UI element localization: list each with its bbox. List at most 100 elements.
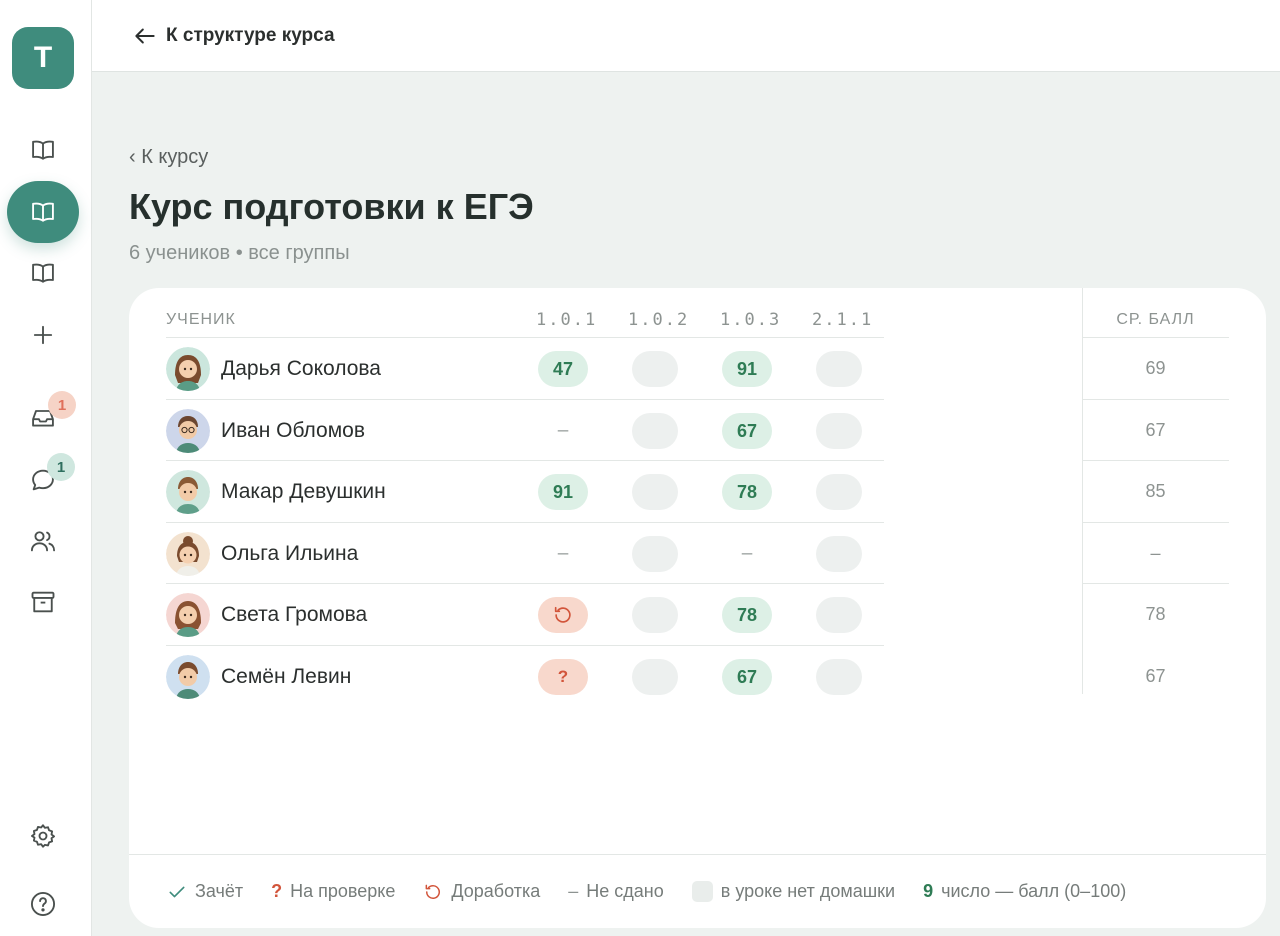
nav-courses-2[interactable] bbox=[7, 181, 79, 243]
average-score: – bbox=[1150, 543, 1161, 563]
table-row[interactable]: Дарья Соколова 47 91 bbox=[166, 337, 884, 399]
divider bbox=[1082, 583, 1229, 584]
app-logo[interactable]: T bbox=[12, 27, 74, 89]
divider bbox=[1082, 337, 1229, 338]
nav-settings[interactable] bbox=[18, 811, 68, 861]
check-icon bbox=[169, 886, 185, 897]
nav-help[interactable] bbox=[18, 879, 68, 929]
table-row[interactable]: Иван Обломов – 67 bbox=[166, 399, 884, 461]
arrow-left-icon[interactable] bbox=[132, 23, 158, 49]
lesson-header-3[interactable]: 1.0.3 bbox=[720, 302, 781, 338]
no-homework-cell bbox=[632, 597, 678, 633]
users-icon bbox=[30, 531, 56, 552]
no-homework-cell bbox=[632, 474, 678, 510]
legend-not-submitted: – Не сдано bbox=[568, 881, 664, 902]
grade-cell[interactable]: 78 bbox=[722, 474, 772, 510]
legend-no-homework-label: в уроке нет домашки bbox=[720, 881, 896, 901]
legend-review-label: На проверке bbox=[290, 881, 396, 901]
question-icon: ? bbox=[271, 881, 283, 901]
average-score: 69 bbox=[1145, 358, 1166, 378]
table-row[interactable]: Семён Левин ? 67 bbox=[166, 645, 884, 707]
no-homework-cell bbox=[816, 597, 862, 633]
book-icon bbox=[32, 140, 54, 160]
grade-cell[interactable]: 91 bbox=[722, 351, 772, 387]
nav-students[interactable] bbox=[18, 516, 68, 566]
grade-cell[interactable]: 91 bbox=[538, 474, 588, 510]
divider bbox=[1082, 399, 1229, 400]
no-homework-cell bbox=[816, 413, 862, 449]
nav-add[interactable] bbox=[18, 310, 68, 360]
book-icon bbox=[32, 263, 54, 283]
rework-cell[interactable] bbox=[538, 597, 588, 633]
legend-not-submitted-label: Не сдано bbox=[586, 881, 664, 901]
legend-pass: Зачёт bbox=[167, 881, 243, 902]
nav-courses-3[interactable] bbox=[18, 248, 68, 298]
grade-cell[interactable]: 67 bbox=[722, 413, 772, 449]
student-name[interactable]: Света Громова bbox=[221, 603, 367, 627]
legend-review: ? На проверке bbox=[271, 881, 395, 902]
student-name[interactable]: Макар Девушкин bbox=[221, 480, 386, 504]
lesson-header-2[interactable]: 1.0.2 bbox=[628, 302, 689, 338]
student-name[interactable]: Семён Левин bbox=[221, 665, 351, 689]
page-subtitle: 6 учеников • все группы bbox=[129, 242, 350, 264]
lesson-header-4[interactable]: 2.1.1 bbox=[812, 302, 873, 338]
not-submitted-cell[interactable]: – bbox=[538, 420, 588, 442]
grade-cell[interactable]: 67 bbox=[722, 659, 772, 695]
avatar bbox=[166, 593, 210, 637]
student-column-header: УЧЕНИК bbox=[166, 311, 236, 328]
not-submitted-cell[interactable]: – bbox=[538, 543, 588, 565]
average-score: 85 bbox=[1145, 481, 1166, 501]
grade-cell[interactable]: 47 bbox=[538, 351, 588, 387]
archive-icon bbox=[31, 591, 55, 613]
legend-number: 9 число — балл (0–100) bbox=[923, 881, 1126, 902]
student-name[interactable]: Ольга Ильина bbox=[221, 542, 358, 566]
number-mark: 9 bbox=[923, 881, 934, 901]
student-name[interactable]: Иван Обломов bbox=[221, 419, 365, 443]
avatar bbox=[166, 532, 210, 576]
student-name[interactable]: Дарья Соколова bbox=[221, 357, 381, 381]
inbox-badge: 1 bbox=[48, 391, 76, 419]
nav-archive[interactable] bbox=[18, 577, 68, 627]
not-submitted-cell[interactable]: – bbox=[722, 543, 772, 565]
legend-no-homework: в уроке нет домашки bbox=[691, 881, 896, 902]
no-homework-cell bbox=[632, 536, 678, 572]
legend-rework-label: Доработка bbox=[451, 881, 541, 901]
no-homework-cell bbox=[632, 659, 678, 695]
dash-icon: – bbox=[568, 881, 579, 901]
legend-pass-label: Зачёт bbox=[195, 881, 244, 901]
gear-icon bbox=[30, 824, 56, 848]
on-review-cell[interactable]: ? bbox=[538, 659, 588, 695]
messages-badge: 1 bbox=[47, 453, 75, 481]
book-icon bbox=[32, 202, 54, 222]
avatar bbox=[166, 347, 210, 391]
grade-cell[interactable]: 78 bbox=[722, 597, 772, 633]
table-row[interactable]: Ольга Ильина – – bbox=[166, 522, 884, 584]
average-score: 67 bbox=[1145, 666, 1166, 686]
average-score: 67 bbox=[1145, 420, 1166, 440]
average-score: 78 bbox=[1145, 604, 1166, 624]
nav-courses-1[interactable] bbox=[18, 125, 68, 175]
back-to-structure-link[interactable]: К структуре курса bbox=[166, 25, 335, 47]
grades-card: УЧЕНИК 1.0.1 1.0.2 1.0.3 2.1.1 СР. БАЛЛ … bbox=[129, 288, 1266, 928]
no-homework-cell bbox=[632, 351, 678, 387]
no-homework-cell bbox=[632, 413, 678, 449]
legend-number-label: число — балл (0–100) bbox=[941, 881, 1127, 901]
table-row[interactable]: Макар Девушкин 91 78 bbox=[166, 460, 884, 522]
avatar bbox=[166, 470, 210, 514]
page-title: Курс подготовки к ЕГЭ bbox=[129, 186, 534, 227]
divider bbox=[1082, 460, 1229, 461]
plus-icon bbox=[33, 325, 53, 345]
average-column-header: СР. БАЛЛ bbox=[1116, 311, 1195, 328]
avatar bbox=[166, 655, 210, 699]
back-to-course-link[interactable]: ‹ К курсу bbox=[129, 146, 208, 169]
sidebar: T 1 1 bbox=[0, 0, 92, 936]
no-homework-cell bbox=[816, 659, 862, 695]
top-bar: К структуре курса bbox=[92, 0, 1280, 72]
legend: Зачёт ? На проверке Доработка – Не сдано… bbox=[129, 854, 1266, 928]
lesson-header-1[interactable]: 1.0.1 bbox=[536, 302, 597, 338]
divider bbox=[1082, 522, 1229, 523]
table-row[interactable]: Света Громова 78 bbox=[166, 583, 884, 645]
rework-icon bbox=[554, 606, 571, 623]
rework-icon bbox=[425, 884, 441, 899]
no-homework-cell bbox=[816, 474, 862, 510]
